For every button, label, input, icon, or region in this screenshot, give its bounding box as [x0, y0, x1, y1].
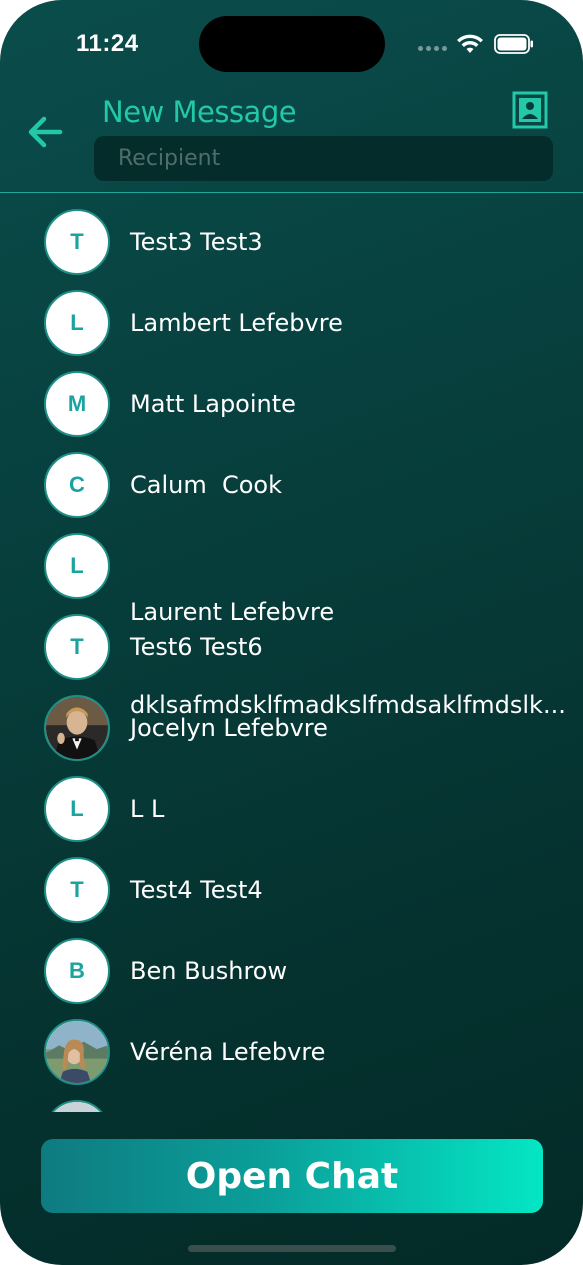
contact-row[interactable]: L L L — [0, 764, 583, 845]
avatar: B — [44, 938, 110, 1004]
avatar-initial: L — [70, 310, 84, 335]
contact-row[interactable]: M Matt Lapointe — [0, 359, 583, 440]
contact-name: Test6 Test6 — [130, 633, 263, 661]
status-bar: 11:24 — [0, 0, 583, 80]
arrow-left-icon — [28, 116, 63, 148]
new-message-header: New Message — [0, 80, 583, 193]
contact-name: Lambert Lefebvre — [130, 309, 343, 337]
wifi-icon — [457, 34, 483, 53]
contact-name: Calum Cook — [130, 471, 283, 499]
avatar-initial: B — [69, 958, 85, 983]
avatar-initial: T — [70, 229, 84, 254]
contact-row[interactable]: L Laurent Lefebvre dklsafmdsklfmadkslfmd… — [0, 521, 583, 719]
contact-name: Matt Lapointe — [130, 390, 296, 418]
home-indicator — [188, 1245, 396, 1252]
avatar: T — [44, 614, 110, 680]
dynamic-island — [199, 16, 385, 72]
avatar-initial: C — [69, 472, 85, 497]
avatar-initial: M — [67, 391, 87, 416]
avatar-photo — [44, 1100, 110, 1112]
profile-photo — [46, 1102, 108, 1112]
contact-row[interactable]: T Test3 Test3 — [0, 197, 583, 278]
contact-name: Ben Bushrow — [130, 957, 288, 985]
contact-row[interactable]: T Test4 Test4 — [0, 845, 583, 926]
avatar-photo — [44, 695, 110, 761]
back-button[interactable] — [24, 112, 66, 152]
contact-row[interactable]: B Ben Bushrow — [0, 926, 583, 1007]
avatar: M — [44, 371, 110, 437]
contact-row[interactable]: Jocelyn Lefebvre — [0, 683, 583, 764]
contact-name: Véréna Lefebvre — [130, 1038, 326, 1066]
avatar: L — [44, 290, 110, 356]
profile-photo — [46, 1021, 108, 1083]
contact-row[interactable]: Véréna Lefebvre — [0, 1007, 583, 1088]
contact-list: T Test3 Test3 L Lambert Lefebvre M Matt … — [0, 194, 583, 1112]
cellular-signal-icon — [418, 46, 447, 51]
contact-name: L L — [130, 795, 165, 823]
contacts-button[interactable] — [512, 91, 548, 129]
contact-book-icon — [512, 91, 548, 129]
profile-photo — [46, 697, 108, 759]
avatar: T — [44, 209, 110, 275]
contact-row[interactable]: C Calum Cook — [0, 440, 583, 521]
avatar-initial: T — [70, 634, 84, 659]
contact-name: Jocelyn Lefebvre — [130, 714, 328, 742]
contact-row[interactable] — [0, 1088, 583, 1112]
open-chat-button[interactable]: Open Chat — [41, 1139, 543, 1213]
recipient-input[interactable] — [94, 136, 553, 181]
contact-row[interactable]: T Test6 Test6 — [0, 602, 583, 683]
avatar: C — [44, 452, 110, 518]
avatar-initial: L — [70, 796, 84, 821]
page-title: New Message — [102, 95, 297, 129]
avatar-initial: T — [70, 877, 84, 902]
avatar: L — [44, 776, 110, 842]
battery-icon — [494, 34, 533, 54]
contact-name: Test3 Test3 — [130, 228, 263, 256]
avatar-photo — [44, 1019, 110, 1085]
status-time: 11:24 — [76, 30, 139, 57]
contact-row[interactable]: L Lambert Lefebvre — [0, 278, 583, 359]
avatar-initial: L — [70, 553, 84, 578]
contact-name: Test4 Test4 — [130, 876, 263, 904]
avatar: T — [44, 857, 110, 923]
avatar: L — [44, 533, 110, 599]
phone-screen: 11:24 New Message Recipient T Test3 Test… — [0, 0, 583, 1265]
